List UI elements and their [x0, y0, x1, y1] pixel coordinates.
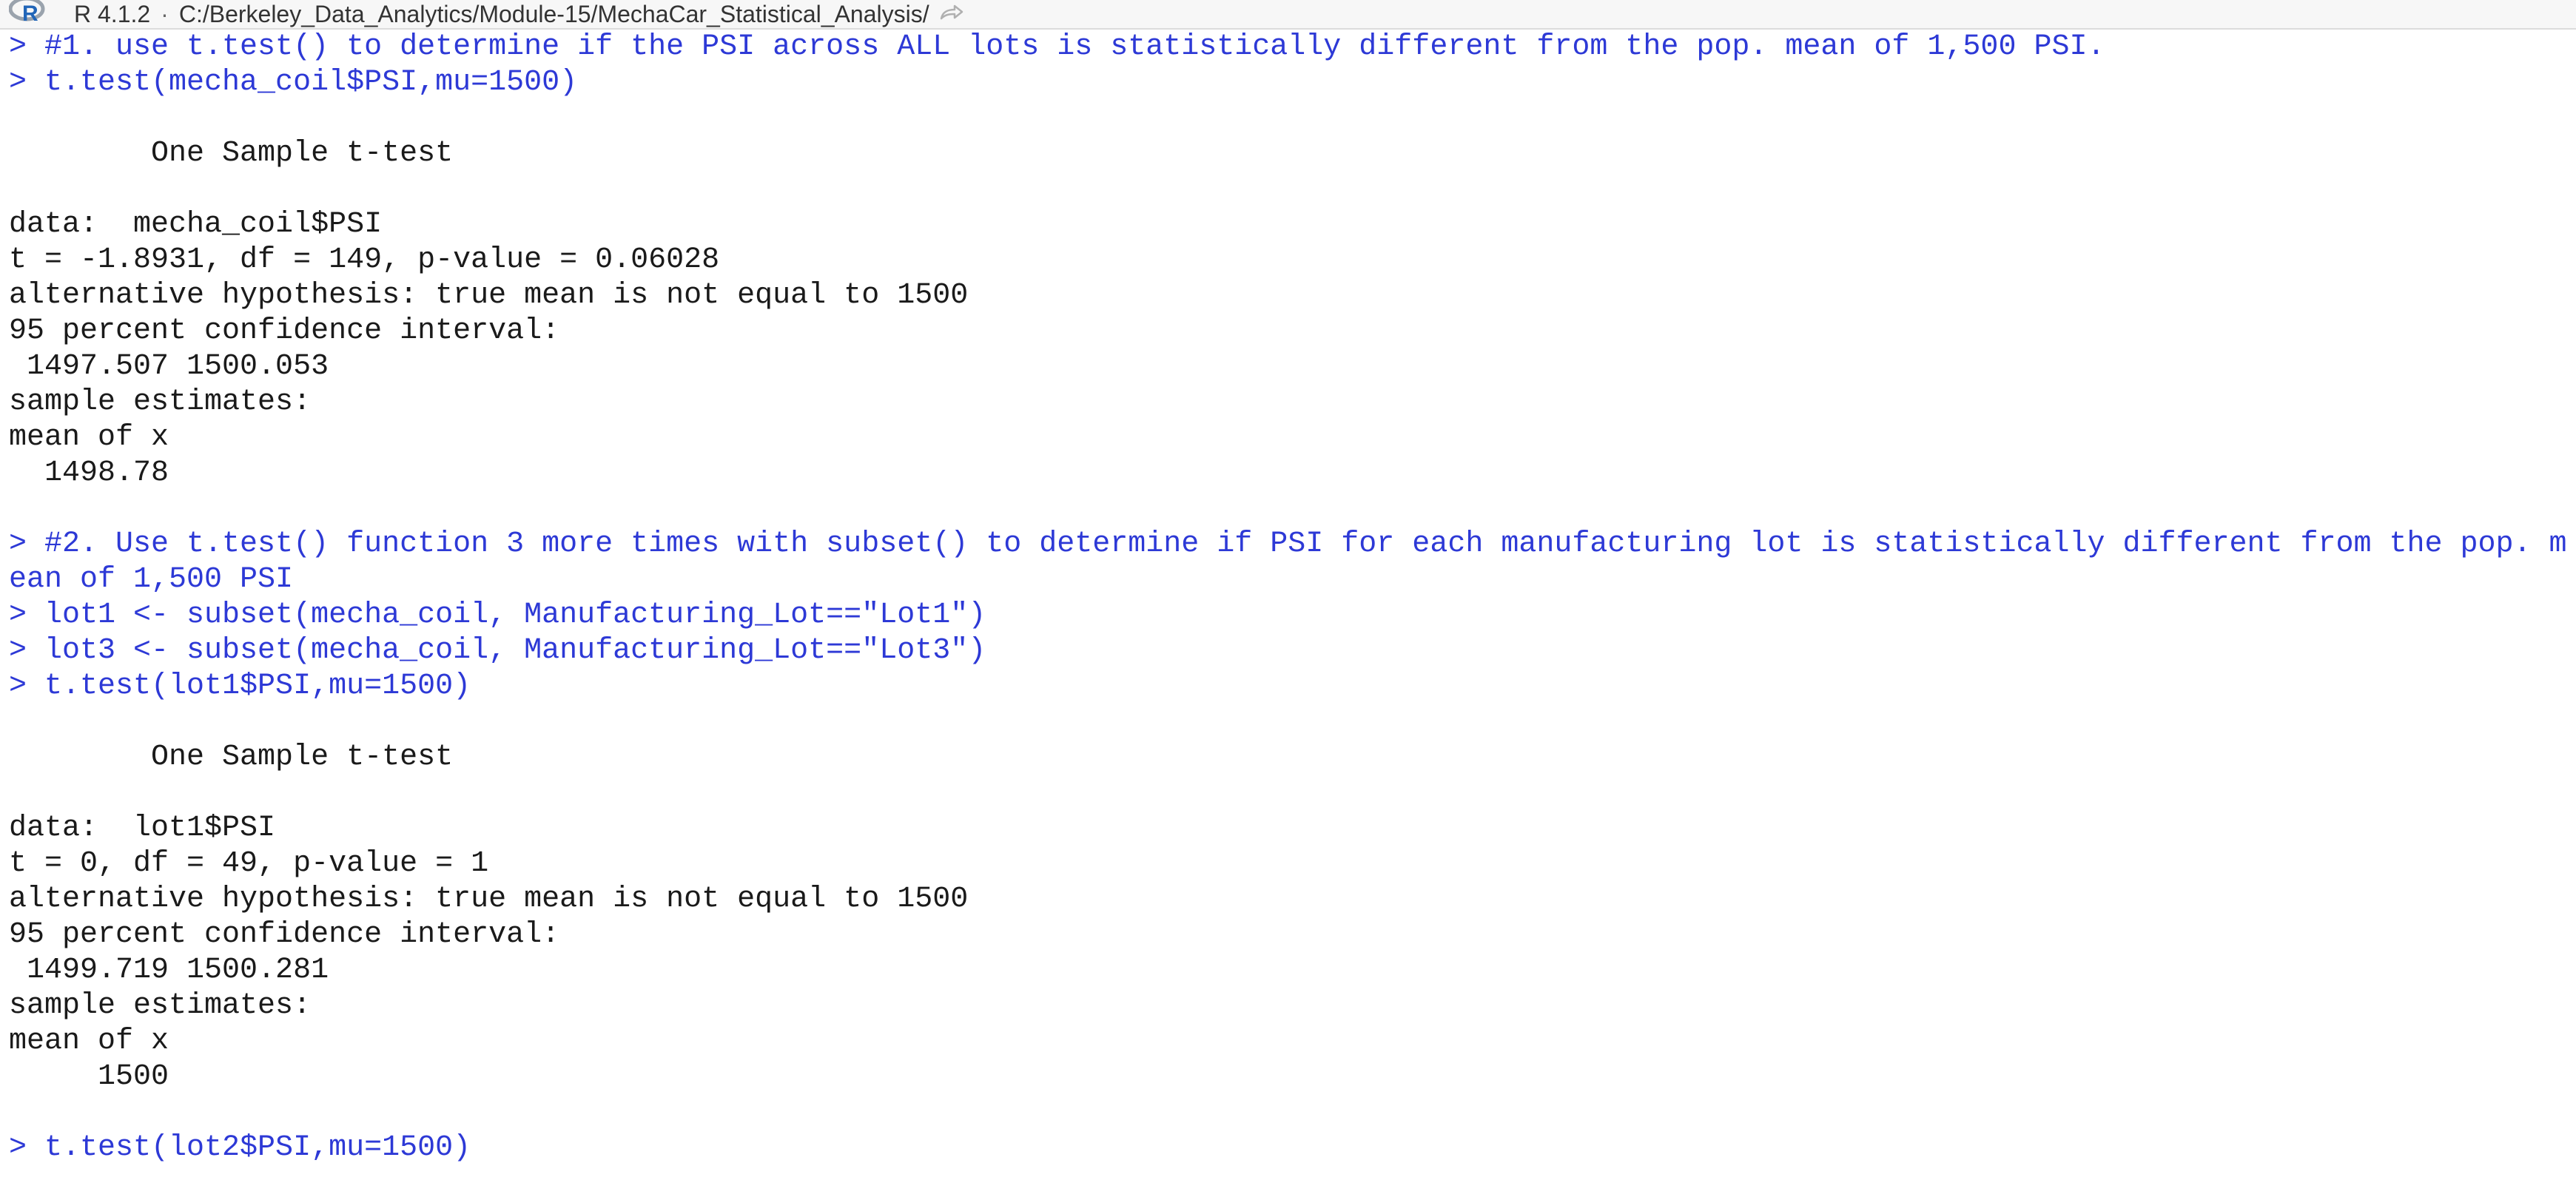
console-output-line: mean of x	[9, 421, 169, 454]
console-output-line: 95 percent confidence interval:	[9, 918, 560, 951]
console-output-line: 1499.719 1500.281	[9, 954, 329, 987]
console-command-line: ean of 1,500 PSI	[9, 563, 294, 596]
console-command-line: > t.test(lot2$PSI,mu=1500)	[9, 1131, 471, 1164]
console-output-line: 1497.507 1500.053	[9, 350, 329, 383]
console-output-line: data: lot1$PSI	[9, 812, 276, 845]
svg-text:R: R	[22, 1, 38, 24]
console-output-line: data: mecha_coil$PSI	[9, 208, 383, 241]
console-output-line: sample estimates:	[9, 385, 312, 419]
console-output-line: alternative hypothesis: true mean is not…	[9, 883, 969, 916]
console-output-line: alternative hypothesis: true mean is not…	[9, 279, 969, 312]
working-directory-path[interactable]: C:/Berkeley_Data_Analytics/Module-15/Mec…	[179, 1, 929, 28]
console-output-line: 1498.78	[9, 456, 169, 490]
console-command-line: > #1. use t.test() to determine if the P…	[9, 30, 2105, 64]
console-output-line: One Sample t-test	[9, 137, 454, 170]
console-command-line: > lot1 <- subset(mecha_coil, Manufacturi…	[9, 599, 986, 632]
console-output-line: 95 percent confidence interval:	[9, 314, 560, 348]
r-logo-icon: R	[9, 0, 45, 24]
header-separator: ·	[161, 0, 169, 27]
console-command-line: > #2. Use t.test() function 3 more times…	[9, 527, 2567, 561]
console-command-line: > t.test(lot1$PSI,mu=1500)	[9, 670, 471, 703]
console-header: R R 4.1.2 · C:/Berkeley_Data_Analytics/M…	[0, 0, 2576, 30]
console-command-line: > t.test(mecha_coil$PSI,mu=1500)	[9, 66, 578, 99]
r-version-label: R 4.1.2	[74, 0, 151, 27]
console-output-line: t = 0, df = 49, p-value = 1	[9, 847, 489, 880]
console-output-line: mean of x	[9, 1025, 169, 1058]
console-output-line: sample estimates:	[9, 989, 312, 1022]
console-command-line: > lot3 <- subset(mecha_coil, Manufacturi…	[9, 634, 986, 667]
console-output-line: One Sample t-test	[9, 741, 454, 774]
console-output[interactable]: > #1. use t.test() to determine if the P…	[0, 30, 2576, 1200]
console-output-line: 1500	[9, 1060, 169, 1093]
console-output-line: t = -1.8931, df = 149, p-value = 0.06028	[9, 243, 720, 277]
share-arrow-icon[interactable]	[938, 4, 965, 21]
